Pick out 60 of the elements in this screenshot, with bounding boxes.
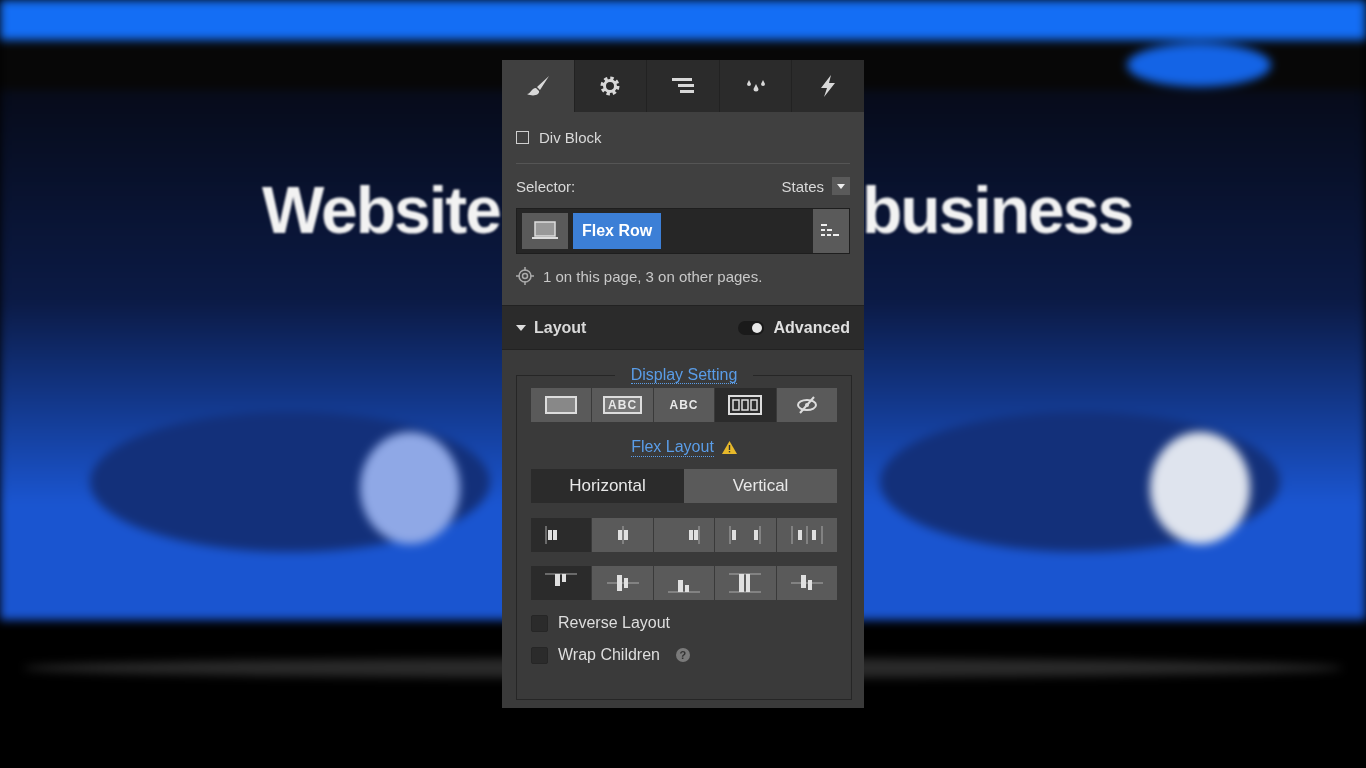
list-icon (821, 224, 841, 238)
display-setting-link[interactable]: Display Setting (630, 366, 738, 384)
align-button[interactable] (592, 566, 653, 600)
laptop-icon (531, 221, 559, 241)
device-button[interactable] (522, 213, 568, 249)
align-button[interactable] (776, 566, 838, 600)
advanced-label: Advanced (773, 318, 850, 337)
element-name: Div Block (539, 129, 602, 146)
help-icon[interactable]: ? (675, 648, 690, 662)
panel-tab[interactable] (646, 60, 719, 112)
caret-icon (837, 183, 845, 189)
direction-button[interactable]: Horizontal (531, 469, 684, 503)
panel-tab[interactable] (791, 60, 864, 112)
block-icon (545, 396, 578, 414)
selector-field[interactable]: Flex Row (516, 208, 850, 254)
advanced-toggle[interactable] (737, 320, 764, 335)
align-icon (790, 575, 824, 590)
target-icon (516, 267, 534, 285)
usage-text: 1 on this page, 3 on other pages. (543, 267, 763, 285)
justify-icon (689, 525, 700, 545)
checkbox-label: Reverse Layout (558, 614, 671, 632)
align-icon (667, 580, 701, 593)
direction-button[interactable]: Vertical (684, 469, 837, 503)
justify-icon (545, 525, 558, 545)
align-button[interactable] (653, 566, 715, 600)
class-chip[interactable]: Flex Row (573, 213, 662, 249)
justify-icon (791, 525, 823, 545)
justify-button[interactable] (531, 518, 592, 552)
display-option[interactable] (715, 388, 776, 422)
align-button[interactable] (715, 566, 776, 600)
states-label: States (781, 177, 824, 195)
display-option[interactable]: ABC (653, 388, 715, 422)
checkbox-label: Wrap Children (558, 646, 660, 664)
section-title: Layout (534, 318, 587, 337)
states-dropdown[interactable] (832, 177, 850, 195)
headline-text: Website (262, 172, 500, 248)
inline-label: ABC (669, 398, 699, 412)
hidden-eye-icon (795, 396, 818, 414)
align-icon (606, 575, 640, 591)
selector-menu-button[interactable] (813, 209, 849, 253)
display-option[interactable] (531, 388, 592, 422)
justify-button[interactable] (592, 518, 653, 552)
panel-tab[interactable] (573, 60, 647, 112)
justify-button[interactable] (776, 518, 838, 552)
align-button[interactable] (531, 566, 592, 600)
display-option[interactable] (776, 388, 838, 422)
element-icon (516, 131, 529, 144)
flex-icon (728, 395, 763, 415)
inline-block-label: ABC (603, 396, 643, 414)
align-icon (728, 573, 762, 593)
display-option[interactable]: ABC (592, 388, 653, 422)
selector-label: Selector: (516, 177, 576, 195)
flex-layout-link[interactable]: Flex Layout (631, 438, 714, 457)
justify-icon (729, 525, 761, 545)
justify-button[interactable] (653, 518, 715, 552)
headline-text: business (862, 172, 1133, 248)
justify-button[interactable] (715, 518, 776, 552)
caret-icon[interactable] (516, 323, 526, 332)
align-icon (544, 573, 578, 586)
justify-icon (617, 525, 628, 545)
